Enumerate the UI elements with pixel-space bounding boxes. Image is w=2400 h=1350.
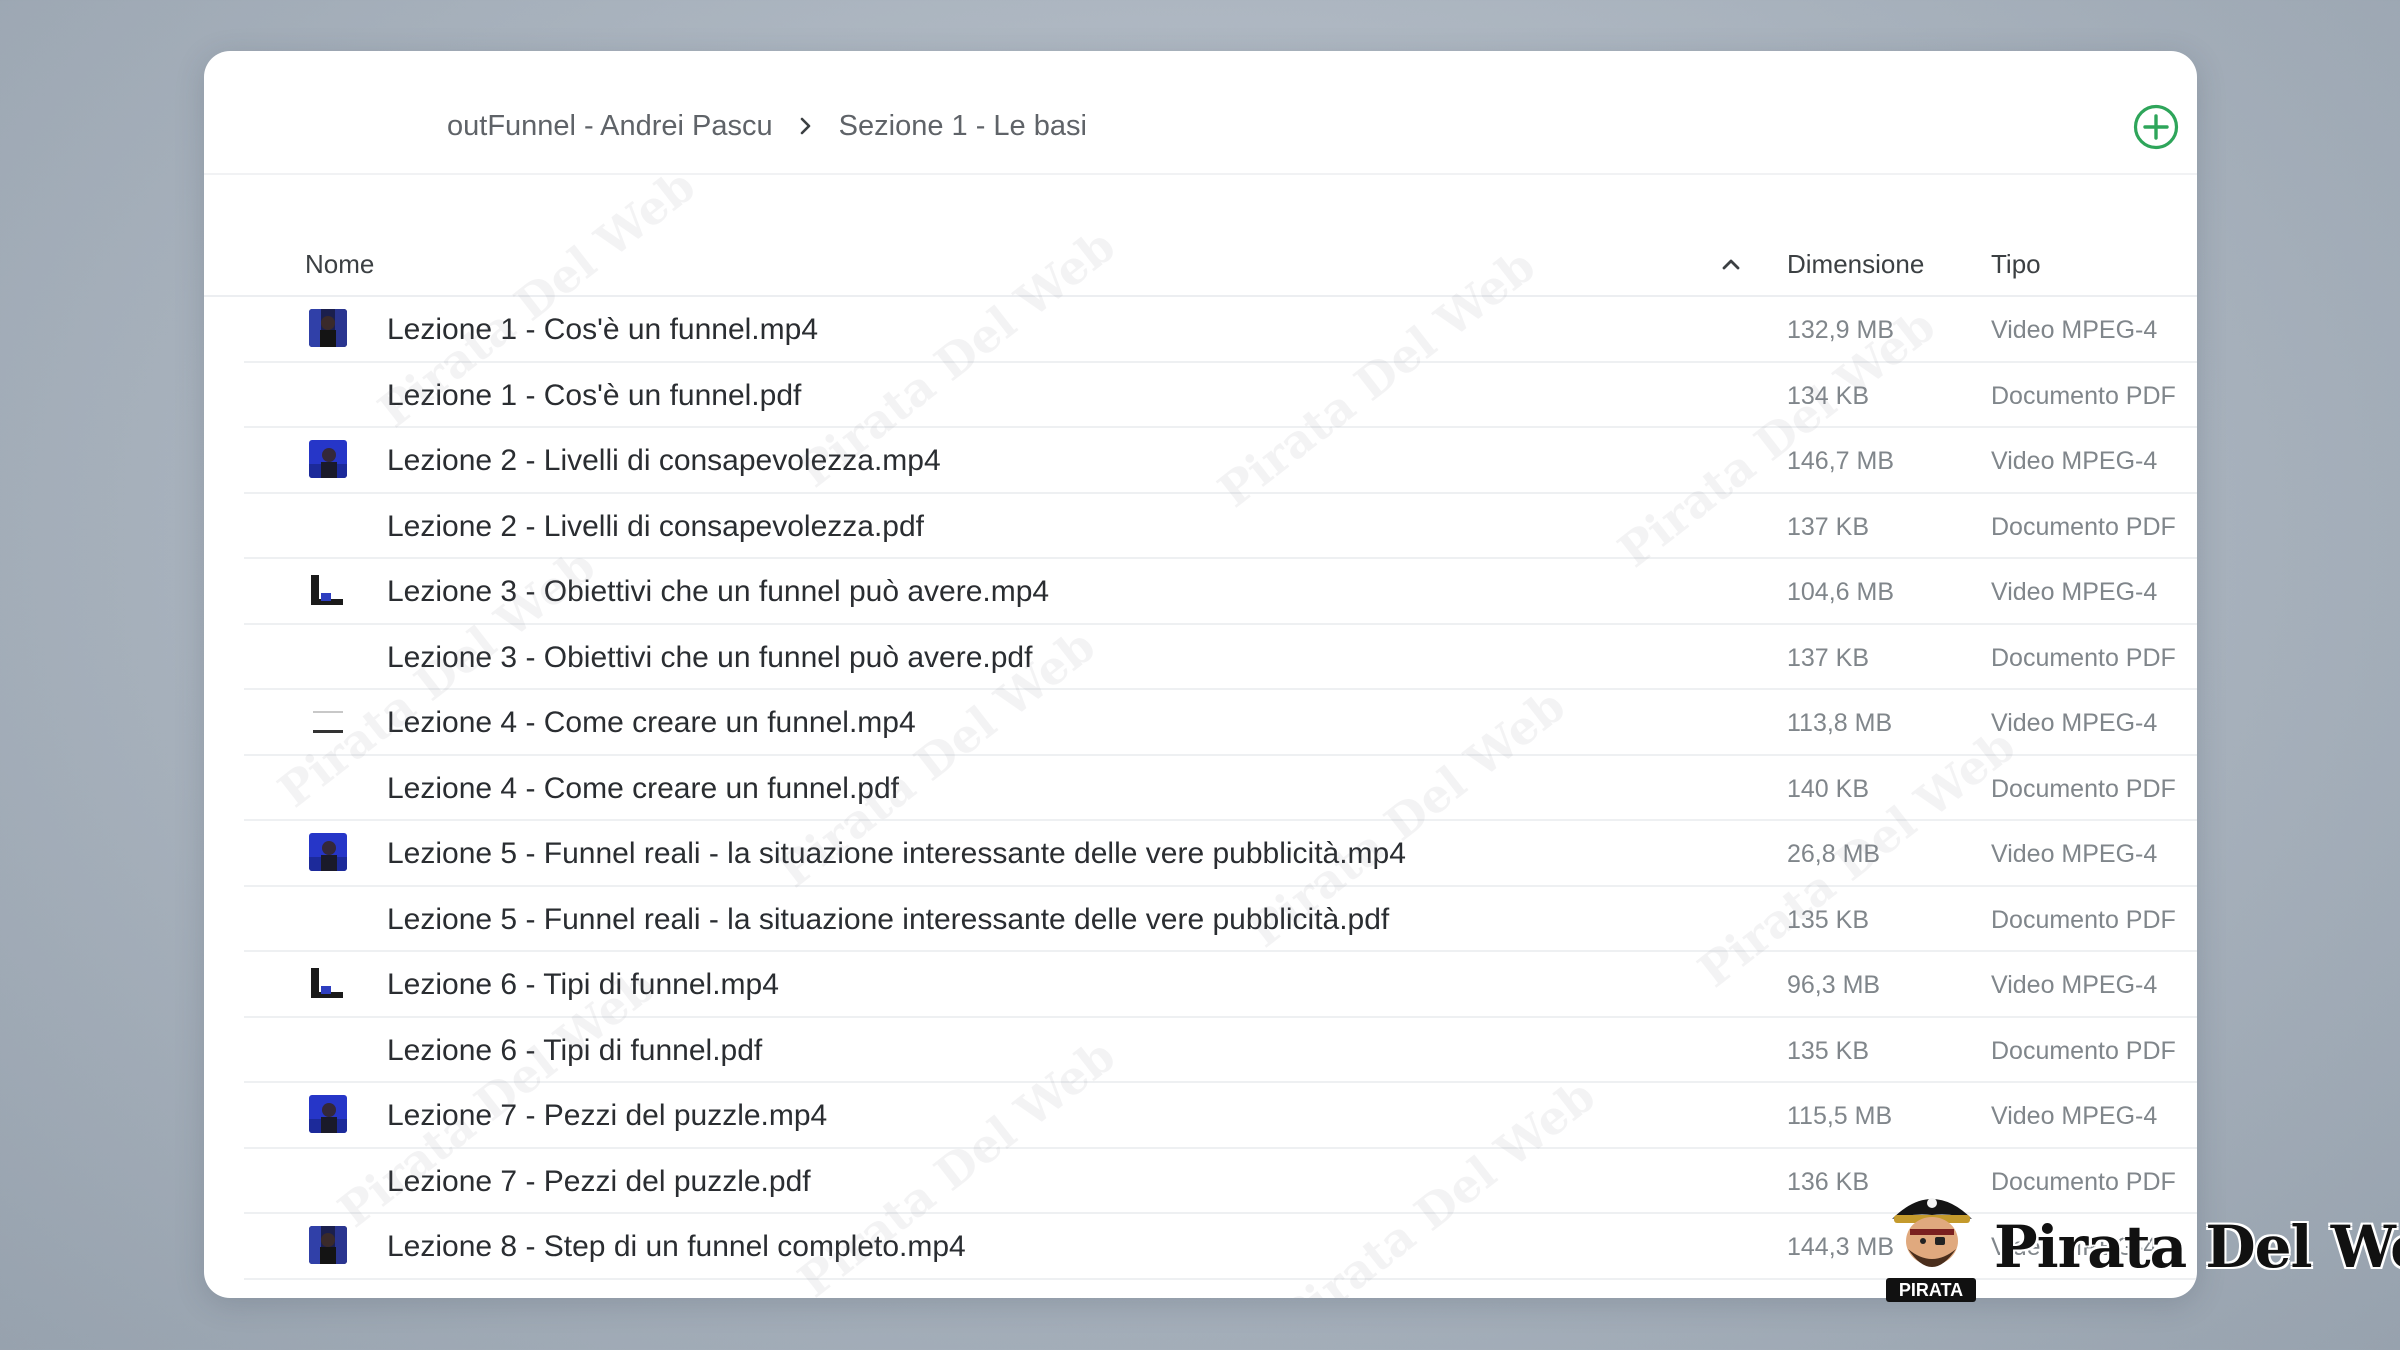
column-type[interactable]: Tipo <box>1991 249 2041 280</box>
breadcrumb: outFunnel - Andrei Pascu Sezione 1 - Le … <box>447 101 1087 151</box>
file-name[interactable]: Lezione 8 - Step di un funnel completo.p… <box>387 1296 949 1299</box>
add-button[interactable] <box>2132 103 2180 151</box>
plus-circle-icon <box>2133 104 2179 150</box>
chevron-right-icon <box>799 116 813 136</box>
file-size: 137 KB <box>1787 512 1870 541</box>
file-name[interactable]: Lezione 7 - Pezzi del puzzle.mp4 <box>387 1099 827 1133</box>
column-name[interactable]: Nome <box>305 249 374 280</box>
file-type: Documento PDF <box>1991 1036 2176 1065</box>
video-thumbnail-icon <box>309 571 347 609</box>
video-thumbnail-icon <box>309 702 347 740</box>
file-row[interactable]: Lezione 6 - Tipi di funnel.mp4 96,3 MB Vid… <box>244 952 2197 1018</box>
file-size: 137 KB <box>1787 643 1870 672</box>
file-type: Documento PDF <box>1991 512 2176 541</box>
file-name[interactable]: Lezione 1 - Cos'è un funnel.mp4 <box>387 313 818 347</box>
file-row[interactable]: Lezione 5 - Funnel reali - la situazione… <box>244 887 2197 952</box>
column-header: Nome Dimensione Tipo <box>204 175 2197 297</box>
file-type: Documento PDF <box>1991 381 2176 410</box>
file-name[interactable]: Lezione 5 - Funnel reali - la situazione… <box>387 903 1389 937</box>
file-type: Documento PDF <box>1991 643 2176 672</box>
file-row[interactable]: Lezione 8 - Step di un funnel completo.p… <box>244 1280 2197 1299</box>
file-type: Video MPEG-4 <box>1991 709 2158 737</box>
file-name[interactable]: Lezione 8 - Step di un funnel completo.m… <box>387 1230 966 1264</box>
file-row[interactable]: Lezione 4 - Come creare un funnel.pdf 140… <box>244 756 2197 821</box>
breadcrumb-item-section[interactable]: Sezione 1 - Le basi <box>839 110 1087 143</box>
file-size: 134 KB <box>1787 381 1870 410</box>
file-type: Video MPEG-4 <box>1991 316 2158 344</box>
file-row[interactable]: Lezione 7 - Pezzi del puzzle.pdf 136 KB Do… <box>244 1149 2197 1214</box>
file-row[interactable]: Lezione 1 - Cos'è un funnel.pdf 134 KB Doc… <box>244 363 2197 428</box>
file-name[interactable]: Lezione 3 - Obiettivi che un funnel può … <box>387 575 1049 609</box>
file-type: Video MPEG-4 <box>1991 971 2158 999</box>
file-row[interactable]: Lezione 2 - Livelli di consapevolezza.pd… <box>244 494 2197 559</box>
file-row[interactable]: Lezione 4 - Come creare un funnel.mp4 113… <box>244 690 2197 756</box>
file-type: Video MPEG-4 <box>1991 578 2158 606</box>
file-row[interactable]: Lezione 3 - Obiettivi che un funnel può … <box>244 559 2197 625</box>
file-type: Documento PDF <box>1991 1167 2176 1196</box>
sort-toggle[interactable] <box>1716 249 1746 279</box>
file-name[interactable]: Lezione 5 - Funnel reali - la situazione… <box>387 837 1406 871</box>
file-type: Video MPEG-4 <box>1991 447 2158 475</box>
file-type: Video MPEG-4 <box>1991 1233 2158 1261</box>
file-name[interactable]: Lezione 3 - Obiettivi che un funnel può … <box>387 641 1032 675</box>
file-name[interactable]: Lezione 4 - Come creare un funnel.mp4 <box>387 706 916 740</box>
column-size[interactable]: Dimensione <box>1787 249 1924 280</box>
file-size: 140 KB <box>1787 774 1870 803</box>
file-browser-window: outFunnel - Andrei Pascu Sezione 1 - Le … <box>204 51 2197 1298</box>
file-row[interactable]: Lezione 5 - Funnel reali - la situazione… <box>244 821 2197 887</box>
file-size: 132,9 MB <box>1787 316 1895 344</box>
file-type: Video MPEG-4 <box>1991 1102 2158 1130</box>
file-name[interactable]: Lezione 4 - Come creare un funnel.pdf <box>387 772 899 806</box>
file-type: Documento PDF <box>1991 905 2176 934</box>
file-size: 136 KB <box>1787 1167 1870 1196</box>
toolbar: outFunnel - Andrei Pascu Sezione 1 - Le … <box>204 51 2197 175</box>
video-thumbnail-icon <box>309 440 347 478</box>
file-row[interactable]: Lezione 1 - Cos'è un funnel.mp4 132,9 MB V… <box>244 297 2197 363</box>
file-name[interactable]: Lezione 2 - Livelli di consapevolezza.pd… <box>387 510 924 544</box>
file-name[interactable]: Lezione 2 - Livelli di consapevolezza.mp… <box>387 444 941 478</box>
file-type: Documento PDF <box>1991 774 2176 803</box>
file-size: 104,6 MB <box>1787 578 1895 606</box>
video-thumbnail-icon <box>309 1095 347 1133</box>
file-name[interactable]: Lezione 6 - Tipi di funnel.mp4 <box>387 968 779 1002</box>
file-size: 96,3 MB <box>1787 971 1881 999</box>
file-row[interactable]: Lezione 6 - Tipi di funnel.pdf 135 KB Docu… <box>244 1018 2197 1083</box>
file-size: 135 KB <box>1787 1036 1870 1065</box>
chevron-up-icon <box>1722 259 1740 270</box>
file-row[interactable]: Lezione 8 - Step di un funnel completo.m… <box>244 1214 2197 1280</box>
file-row[interactable]: Lezione 3 - Obiettivi che un funnel può … <box>244 625 2197 690</box>
file-name[interactable]: Lezione 7 - Pezzi del puzzle.pdf <box>387 1165 811 1199</box>
file-name[interactable]: Lezione 1 - Cos'è un funnel.pdf <box>387 379 801 413</box>
file-size: 115,5 MB <box>1787 1102 1893 1130</box>
file-size: 135 KB <box>1787 905 1870 934</box>
file-size: 146,7 MB <box>1787 447 1895 475</box>
file-name[interactable]: Lezione 6 - Tipi di funnel.pdf <box>387 1034 762 1068</box>
file-type: Video MPEG-4 <box>1991 840 2158 868</box>
video-thumbnail-icon <box>309 964 347 1002</box>
video-thumbnail-icon <box>309 309 347 347</box>
file-list: Lezione 1 - Cos'è un funnel.mp4 132,9 MB V… <box>244 297 2197 1298</box>
file-size: 113,8 MB <box>1787 709 1893 737</box>
video-thumbnail-icon <box>309 833 347 871</box>
file-size: 144,3 MB <box>1787 1233 1895 1261</box>
breadcrumb-item-course[interactable]: outFunnel - Andrei Pascu <box>447 110 773 143</box>
file-size: 26,8 MB <box>1787 840 1881 868</box>
file-row[interactable]: Lezione 2 - Livelli di consapevolezza.mp… <box>244 428 2197 494</box>
file-row[interactable]: Lezione 7 - Pezzi del puzzle.mp4 115,5 MB… <box>244 1083 2197 1149</box>
video-thumbnail-icon <box>309 1226 347 1264</box>
